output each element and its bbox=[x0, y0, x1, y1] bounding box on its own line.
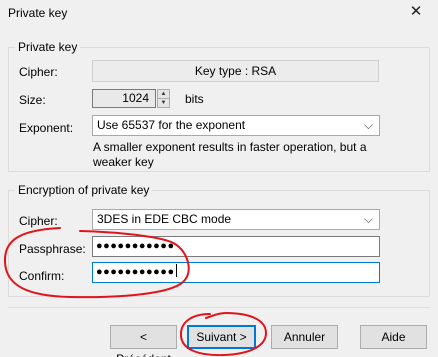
size-unit-label: bits bbox=[185, 92, 204, 106]
encryption-cipher-value: 3DES in EDE CBC mode bbox=[97, 212, 232, 226]
encryption-cipher-select[interactable]: 3DES in EDE CBC mode ⌵ bbox=[92, 209, 380, 230]
chevron-down-icon: ⌵ bbox=[363, 118, 373, 132]
passphrase-label: Passphrase: bbox=[19, 242, 86, 256]
exponent-select-value: Use 65537 for the exponent bbox=[97, 118, 246, 132]
cancel-button[interactable]: Annuler bbox=[271, 325, 338, 349]
key-size-input[interactable]: 1024 bbox=[92, 89, 156, 108]
close-icon[interactable]: ✕ bbox=[407, 3, 425, 21]
cipher-label: Cipher: bbox=[19, 65, 58, 79]
spin-down-icon[interactable]: ▼ bbox=[158, 99, 169, 108]
chevron-down-icon: ⌵ bbox=[363, 212, 373, 226]
confirm-input[interactable]: ●●●●●●●●●●● bbox=[92, 262, 380, 283]
key-type-display: Key type : RSA bbox=[92, 60, 379, 82]
encryption-cipher-label: Cipher: bbox=[19, 214, 58, 228]
passphrase-input[interactable]: ●●●●●●●●●●● bbox=[92, 236, 380, 257]
help-button[interactable]: Aide bbox=[360, 325, 427, 349]
back-button[interactable]: < Précédent bbox=[110, 325, 177, 357]
exponent-select[interactable]: Use 65537 for the exponent ⌵ bbox=[92, 115, 380, 136]
size-label: Size: bbox=[19, 93, 46, 107]
key-size-spinner[interactable]: ▲ ▼ bbox=[157, 89, 170, 108]
window-title: Private key bbox=[8, 6, 68, 20]
next-button[interactable]: Suivant > bbox=[187, 325, 256, 349]
passphrase-value: ●●●●●●●●●●● bbox=[96, 240, 175, 252]
confirm-value: ●●●●●●●●●●● bbox=[96, 266, 175, 278]
text-caret bbox=[175, 264, 177, 277]
exponent-label: Exponent: bbox=[19, 121, 74, 135]
private-key-dialog: Private key ✕ Private key Cipher: Key ty… bbox=[0, 0, 438, 357]
exponent-help-text: A smaller exponent results in faster ope… bbox=[93, 140, 367, 169]
encryption-group-label: Encryption of private key bbox=[15, 183, 153, 197]
confirm-label: Confirm: bbox=[19, 269, 65, 283]
footer-separator bbox=[8, 307, 430, 308]
spin-up-icon[interactable]: ▲ bbox=[158, 90, 169, 99]
private-key-group-label: Private key bbox=[15, 40, 81, 54]
